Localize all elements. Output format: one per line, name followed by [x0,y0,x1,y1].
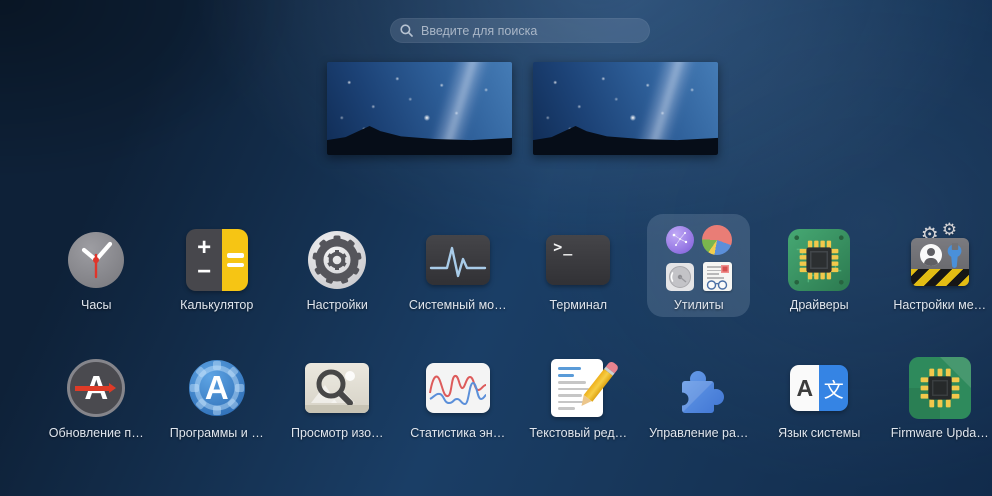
app-label: Часы [80,298,112,312]
prompt-glyph: >_ [553,238,574,256]
app-label: Калькулятор [180,298,254,312]
greeter-settings-icon: ⚙ ⚙ [908,220,972,292]
system-monitor-icon [425,228,490,292]
search-input[interactable] [421,23,640,38]
gear-icon: ⚙ [941,220,957,239]
app-system-monitor[interactable]: Системный мо… [398,214,519,342]
app-label: Настройки [306,298,368,312]
app-calculator[interactable]: + − Калькулятор [157,214,278,342]
app-label: Просмотр изо… [290,426,384,440]
extensions-puzzle-icon [666,356,731,420]
log-document-icon [702,262,732,291]
letter-a-glyph: A [204,369,229,406]
app-power-statistics[interactable]: Статистика эн… [398,342,519,470]
app-software-properties[interactable]: A Программы и … [157,342,278,470]
app-label: Текстовый ред… [529,426,628,440]
app-drivers[interactable]: Драйверы [759,214,880,342]
wrench-icon [947,243,962,269]
app-label: Утилиты [673,298,724,312]
hazard-stripes [910,269,969,286]
app-label: Статистика эн… [410,426,506,440]
purple-sphere-icon [665,225,695,255]
app-grid: Часы + − Калькулятор Настройки Системный… [36,214,992,496]
user-avatar-icon [919,244,942,266]
letter-wen-glyph: 文 [819,365,849,411]
app-firmware-updater[interactable]: Firmware Upda… [880,342,992,470]
app-label: Управление ра… [649,426,749,440]
app-label: Язык системы [778,426,861,440]
power-statistics-icon [425,356,490,420]
workspace-thumbnail-1[interactable] [327,62,512,155]
settings-gear-icon [305,228,369,292]
image-viewer-icon [305,356,370,420]
software-properties-icon: A [185,356,249,420]
disk-usage-pie-icon [702,225,733,255]
app-label: Программы и … [169,426,264,440]
folder-highlight: Утилиты [647,214,751,317]
blue-card-icon [185,484,249,496]
app-label: Firmware Upda… [890,426,989,440]
app-extensions[interactable]: Управление ра… [639,342,760,470]
app-label: Обновление п… [48,426,144,440]
language-icon: A 文 [787,356,851,420]
software-updater-icon: A [64,356,128,420]
app-image-viewer[interactable]: Просмотр изо… [277,342,398,470]
app-label: Драйверы [789,298,849,312]
text-editor-icon [546,356,620,420]
app-label: Терминал [549,298,608,312]
app-greeter-settings[interactable]: ⚙ ⚙ Настройки ме… [880,214,992,342]
search-icon [400,24,413,37]
partial-app-blue[interactable] [157,470,278,496]
clock-icon [64,228,128,292]
app-terminal[interactable]: >_ Терминал [518,214,639,342]
hard-disk-icon [665,262,695,292]
app-system-language[interactable]: A 文 Язык системы [759,342,880,470]
calculator-icon: + − [185,228,249,292]
white-card-red-logo-icon [64,484,128,496]
search-bar[interactable] [390,18,650,43]
activities-overview: { "search": { "placeholder": "Введите дл… [0,0,992,496]
workspace-thumbnail-2[interactable] [533,62,718,155]
app-text-editor[interactable]: Текстовый ред… [518,342,639,470]
app-software-updater[interactable]: A Обновление п… [36,342,157,470]
drivers-chip-icon [787,228,851,292]
letter-a-glyph: A [790,365,820,411]
app-label: Настройки ме… [893,298,987,312]
plus-glyph: + [197,234,212,261]
app-settings[interactable]: Настройки [277,214,398,342]
app-label: Системный мо… [408,298,507,312]
app-clock[interactable]: Часы [36,214,157,342]
folder-utilities[interactable]: Утилиты [639,214,760,342]
partial-app-white[interactable] [36,470,157,496]
firmware-updater-icon [908,356,972,420]
terminal-icon: >_ [546,228,611,292]
utilities-folder-icon [665,225,733,292]
minus-glyph: − [197,258,212,285]
equals-glyph [222,229,248,291]
progress-bar [75,382,117,392]
